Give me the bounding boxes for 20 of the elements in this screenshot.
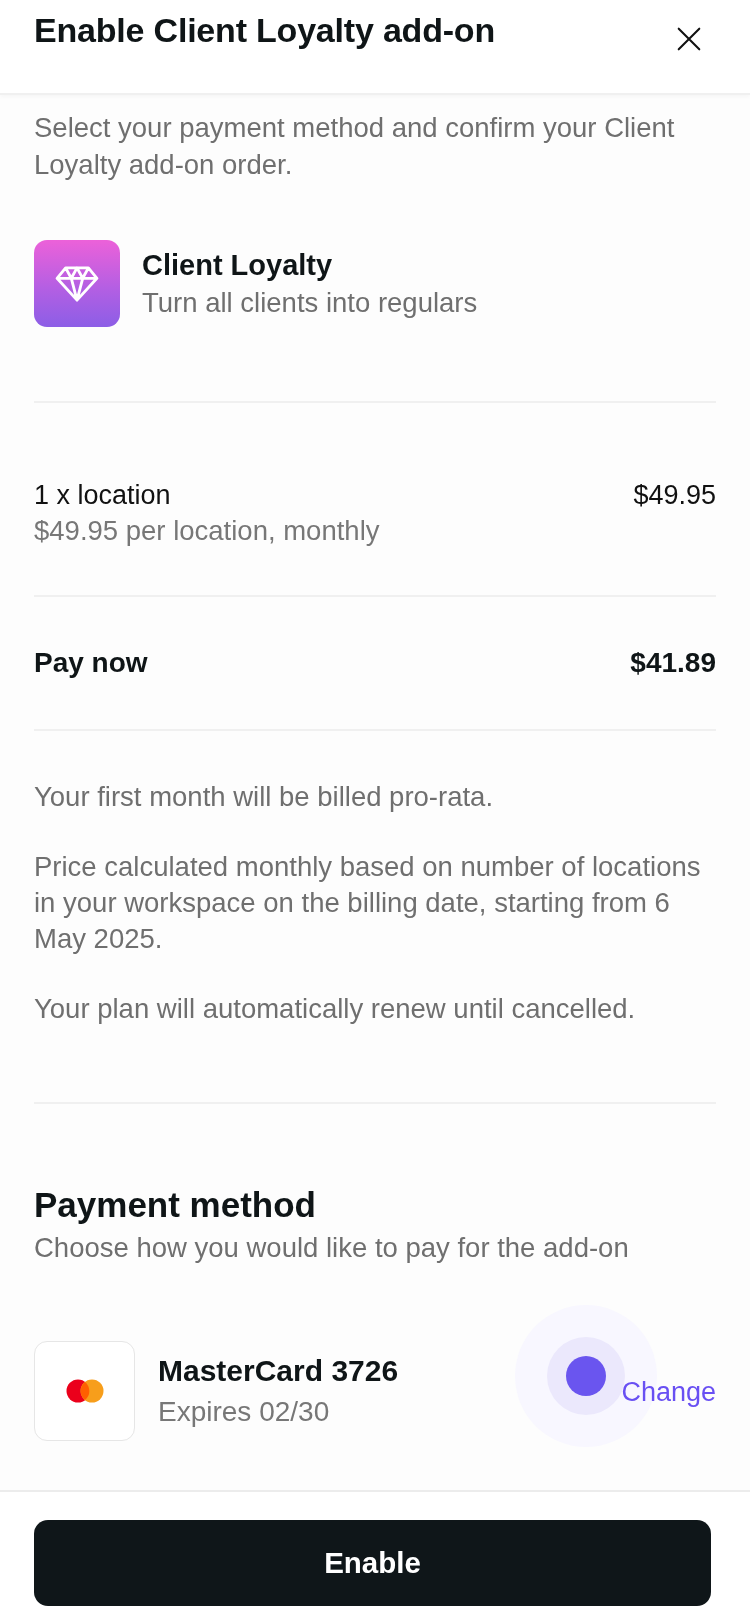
- billing-note: Your first month will be billed pro-rata.: [34, 780, 495, 814]
- billing-note: Price calculated monthly based on number of locations in your workspace on the billing date, starting from 6 May 2025.: [34, 850, 702, 956]
- billing-note: Your plan will automatically renew until cancelled.: [34, 992, 637, 1026]
- section-title: Payment method: [34, 1184, 317, 1226]
- close-icon[interactable]: [677, 27, 701, 51]
- overlapping-circles-icon: [34, 1341, 135, 1441]
- product-tagline: Turn all clients into regulars: [142, 285, 478, 320]
- line-item-amount: $49.95: [633, 479, 716, 512]
- line-item-detail: $49.95 per location, monthly: [34, 514, 380, 548]
- total-label: Pay now: [34, 646, 148, 680]
- section-subtitle: Choose how you would like to pay for the add-on: [34, 1231, 630, 1265]
- window-title: Enable Client Loyalty add-on: [34, 10, 495, 50]
- intro-text: Select your payment method and confirm your Client Loyalty add-on order.: [34, 111, 676, 182]
- card-name: MasterCard 3726: [158, 1353, 400, 1389]
- card-expiry: Expires 02/30: [158, 1395, 331, 1429]
- product-name: Client Loyalty: [142, 247, 334, 283]
- total-amount: $41.89: [630, 646, 716, 680]
- change-link[interactable]: Change: [621, 1374, 716, 1410]
- line-item-label: 1 x location: [34, 479, 172, 512]
- enable-button[interactable]: Enable: [34, 1520, 711, 1606]
